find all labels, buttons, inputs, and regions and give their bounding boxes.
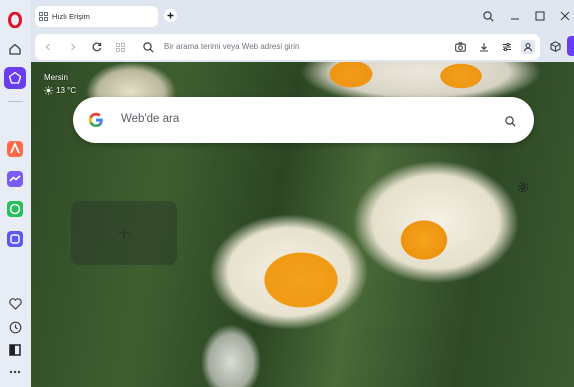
tab-title: Hızlı Erişim — [52, 12, 90, 21]
address-search-icon — [141, 40, 155, 54]
maximize-button[interactable] — [533, 9, 547, 23]
weather-city: Mersin — [44, 73, 69, 82]
clock-icon[interactable] — [4, 316, 26, 338]
opera-logo-icon[interactable] — [4, 9, 26, 31]
messenger-icon[interactable] — [4, 168, 26, 190]
reload-icon[interactable] — [90, 40, 104, 54]
address-bar[interactable]: Bir arama terimi veya Web adresi girin — [35, 34, 540, 60]
sidebar-toggle-icon[interactable] — [4, 339, 26, 361]
close-icon — [560, 11, 570, 21]
tab-search-button[interactable] — [481, 9, 495, 23]
web-search-input[interactable]: Web'de ara — [121, 113, 179, 125]
tab-speed-dial[interactable]: Hızlı Erişim — [35, 6, 158, 27]
camera-icon[interactable] — [453, 40, 467, 54]
home-icon[interactable] — [4, 38, 26, 60]
add-speed-dial-button[interactable] — [71, 201, 177, 265]
pinboard-icon[interactable] — [4, 67, 26, 89]
tab-strip: Hızlı Erişim — [31, 0, 574, 32]
speed-dial-grid-icon[interactable] — [113, 40, 127, 54]
address-input[interactable]: Bir arama terimi veya Web adresi girin — [164, 42, 299, 51]
maximize-icon — [535, 11, 545, 21]
back-icon[interactable] — [41, 40, 55, 54]
web-search-box[interactable]: Web'de ara — [73, 97, 534, 143]
download-icon[interactable] — [477, 40, 491, 54]
easy-setup-icon[interactable] — [500, 40, 514, 54]
close-button[interactable] — [558, 9, 572, 23]
minimize-icon — [511, 18, 519, 20]
more-icon[interactable] — [4, 361, 26, 383]
search-icon — [482, 10, 494, 22]
aria-extension-icon[interactable] — [567, 36, 574, 56]
heart-icon[interactable] — [4, 293, 26, 315]
sidebar-divider — [8, 101, 23, 102]
weather-widget[interactable]: Mersin 13 °C — [44, 71, 76, 97]
profile-icon[interactable] — [521, 40, 535, 54]
google-icon — [88, 112, 104, 133]
forward-icon[interactable] — [66, 40, 80, 54]
aria-icon[interactable] — [4, 138, 26, 160]
new-tab-button[interactable] — [164, 9, 177, 22]
whatsapp-icon[interactable] — [4, 198, 26, 220]
weather-temperature: 13 °C — [56, 86, 77, 95]
toolbar: Bir arama terimi veya Web adresi girin — [31, 32, 574, 62]
plus-icon — [167, 12, 174, 19]
grid-icon — [39, 12, 48, 21]
minimize-button[interactable] — [508, 9, 522, 23]
extensions-icon[interactable] — [547, 36, 563, 56]
search-submit-icon[interactable] — [505, 114, 516, 132]
plus-icon — [118, 227, 130, 239]
easy-setup-gear-icon[interactable] — [516, 180, 530, 194]
instagram-icon[interactable] — [4, 228, 26, 250]
sidebar — [0, 0, 31, 387]
sun-icon — [44, 86, 53, 95]
